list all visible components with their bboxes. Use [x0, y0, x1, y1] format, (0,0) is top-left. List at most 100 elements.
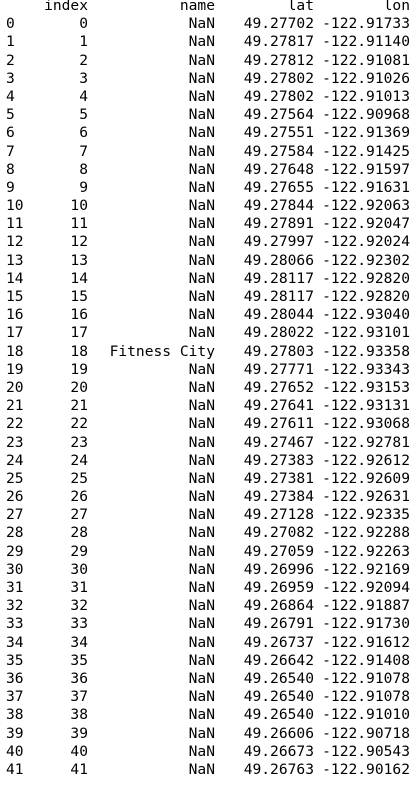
name-cell: NaN — [188, 269, 215, 287]
row-label: 35 — [6, 651, 24, 669]
name-cell: NaN — [188, 233, 215, 251]
name-cell: NaN — [188, 651, 215, 669]
name-cell: NaN — [188, 397, 215, 415]
table-row: 14 14 NaN 49.28117 -122.92820 — [0, 270, 413, 288]
table-row: 0 0 NaN 49.27702 -122.91733 — [0, 15, 413, 33]
lon-cell: -122.90718 — [322, 724, 410, 742]
row-label: 21 — [6, 397, 24, 415]
row-label: 40 — [6, 742, 24, 760]
lat-cell: 49.27655 — [243, 178, 314, 196]
row-label: 19 — [6, 360, 24, 378]
row-label: 13 — [6, 251, 24, 269]
index-cell: 16 — [70, 306, 88, 324]
index-cell: 27 — [70, 506, 88, 524]
row-label: 0 — [6, 15, 15, 33]
table-row: 1 1 NaN 49.27817 -122.91140 — [0, 33, 413, 51]
row-label: 16 — [6, 306, 24, 324]
lat-cell: 49.27844 — [243, 197, 314, 215]
name-cell: NaN — [188, 178, 215, 196]
lon-cell: -122.91730 — [322, 615, 410, 633]
name-cell: NaN — [188, 288, 215, 305]
row-label: 24 — [6, 451, 24, 469]
lat-cell: 49.27082 — [243, 524, 314, 542]
lon-cell: -122.90968 — [322, 106, 410, 124]
index-cell: 34 — [70, 633, 88, 651]
name-cell: NaN — [188, 324, 215, 342]
index-cell: 15 — [70, 288, 88, 305]
index-cell: 30 — [70, 560, 88, 578]
index-cell: 21 — [70, 397, 88, 415]
name-cell: NaN — [188, 360, 215, 378]
lat-cell: 49.27771 — [243, 360, 314, 378]
lon-cell: -122.93101 — [322, 324, 410, 342]
name-cell: NaN — [188, 142, 215, 160]
name-cell: NaN — [188, 560, 215, 578]
row-label: 22 — [6, 415, 24, 433]
row-label: 12 — [6, 233, 24, 251]
lat-cell: 49.27652 — [243, 378, 314, 396]
index-cell: 39 — [70, 724, 88, 742]
name-cell: NaN — [188, 451, 215, 469]
row-label: 39 — [6, 724, 24, 742]
row-label: 36 — [6, 669, 24, 687]
index-cell: 18 — [70, 342, 88, 360]
lon-cell: -122.93131 — [322, 397, 410, 415]
index-cell: 6 — [79, 124, 88, 142]
table-row: 17 17 NaN 49.28022 -122.93101 — [0, 324, 413, 342]
lon-cell: -122.91078 — [322, 669, 410, 687]
lat-cell: 49.27802 — [243, 87, 314, 105]
lon-cell: -122.92024 — [322, 233, 410, 251]
name-cell: NaN — [188, 106, 215, 124]
lon-cell: -122.90543 — [322, 742, 410, 760]
index-cell: 4 — [79, 87, 88, 105]
table-row: 9 9 NaN 49.27655 -122.91631 — [0, 179, 413, 197]
lat-cell: 49.28117 — [243, 288, 314, 305]
lon-cell: -122.92288 — [322, 524, 410, 542]
lat-cell: 49.27812 — [243, 51, 314, 69]
table-row: 21 21 NaN 49.27641 -122.93131 — [0, 397, 413, 415]
name-cell: NaN — [188, 415, 215, 433]
row-label: 26 — [6, 488, 24, 506]
index-cell: 22 — [70, 415, 88, 433]
lon-cell: -122.92302 — [322, 251, 410, 269]
lon-cell: -122.91081 — [322, 51, 410, 69]
lat-cell: 49.27059 — [243, 542, 314, 560]
index-cell: 32 — [70, 597, 88, 615]
name-cell: NaN — [188, 306, 215, 324]
index-cell: 37 — [70, 688, 88, 706]
lat-cell: 49.27702 — [243, 15, 314, 33]
lat-cell: 49.27384 — [243, 488, 314, 506]
column-header-lat: lat — [287, 0, 314, 14]
table-row: 29 29 NaN 49.27059 -122.92263 — [0, 543, 413, 561]
lon-cell: -122.92094 — [322, 579, 410, 596]
name-cell: NaN — [188, 215, 215, 233]
lon-cell: -122.91369 — [322, 124, 410, 142]
lon-cell: -122.91140 — [322, 33, 410, 51]
name-cell: NaN — [188, 160, 215, 178]
lon-cell: -122.92820 — [322, 269, 410, 287]
lon-cell: -122.91010 — [322, 706, 410, 724]
lat-cell: 49.28117 — [243, 269, 314, 287]
lat-cell: 49.26959 — [243, 579, 314, 596]
lat-cell: 49.26540 — [243, 669, 314, 687]
name-cell: NaN — [188, 488, 215, 506]
table-row: 37 37 NaN 49.26540 -122.91078 — [0, 688, 413, 706]
row-label: 9 — [6, 178, 15, 196]
lat-cell: 49.27641 — [243, 397, 314, 415]
lat-cell: 49.26737 — [243, 633, 314, 651]
index-cell: 28 — [70, 524, 88, 542]
name-cell: NaN — [188, 251, 215, 269]
column-header-lon: lon — [383, 0, 410, 14]
table-row: 5 5 NaN 49.27564 -122.90968 — [0, 106, 413, 124]
lon-cell: -122.92609 — [322, 469, 410, 487]
index-cell: 0 — [79, 15, 88, 33]
row-label: 37 — [6, 688, 24, 706]
lat-cell: 49.26642 — [243, 651, 314, 669]
table-row: 13 13 NaN 49.28066 -122.92302 — [0, 252, 413, 270]
name-cell: NaN — [188, 688, 215, 706]
table-row: 26 26 NaN 49.27384 -122.92631 — [0, 488, 413, 506]
lat-cell: 49.27551 — [243, 124, 314, 142]
index-cell: 24 — [70, 451, 88, 469]
index-cell: 2 — [79, 51, 88, 69]
table-row: 39 39 NaN 49.26606 -122.90718 — [0, 725, 413, 743]
